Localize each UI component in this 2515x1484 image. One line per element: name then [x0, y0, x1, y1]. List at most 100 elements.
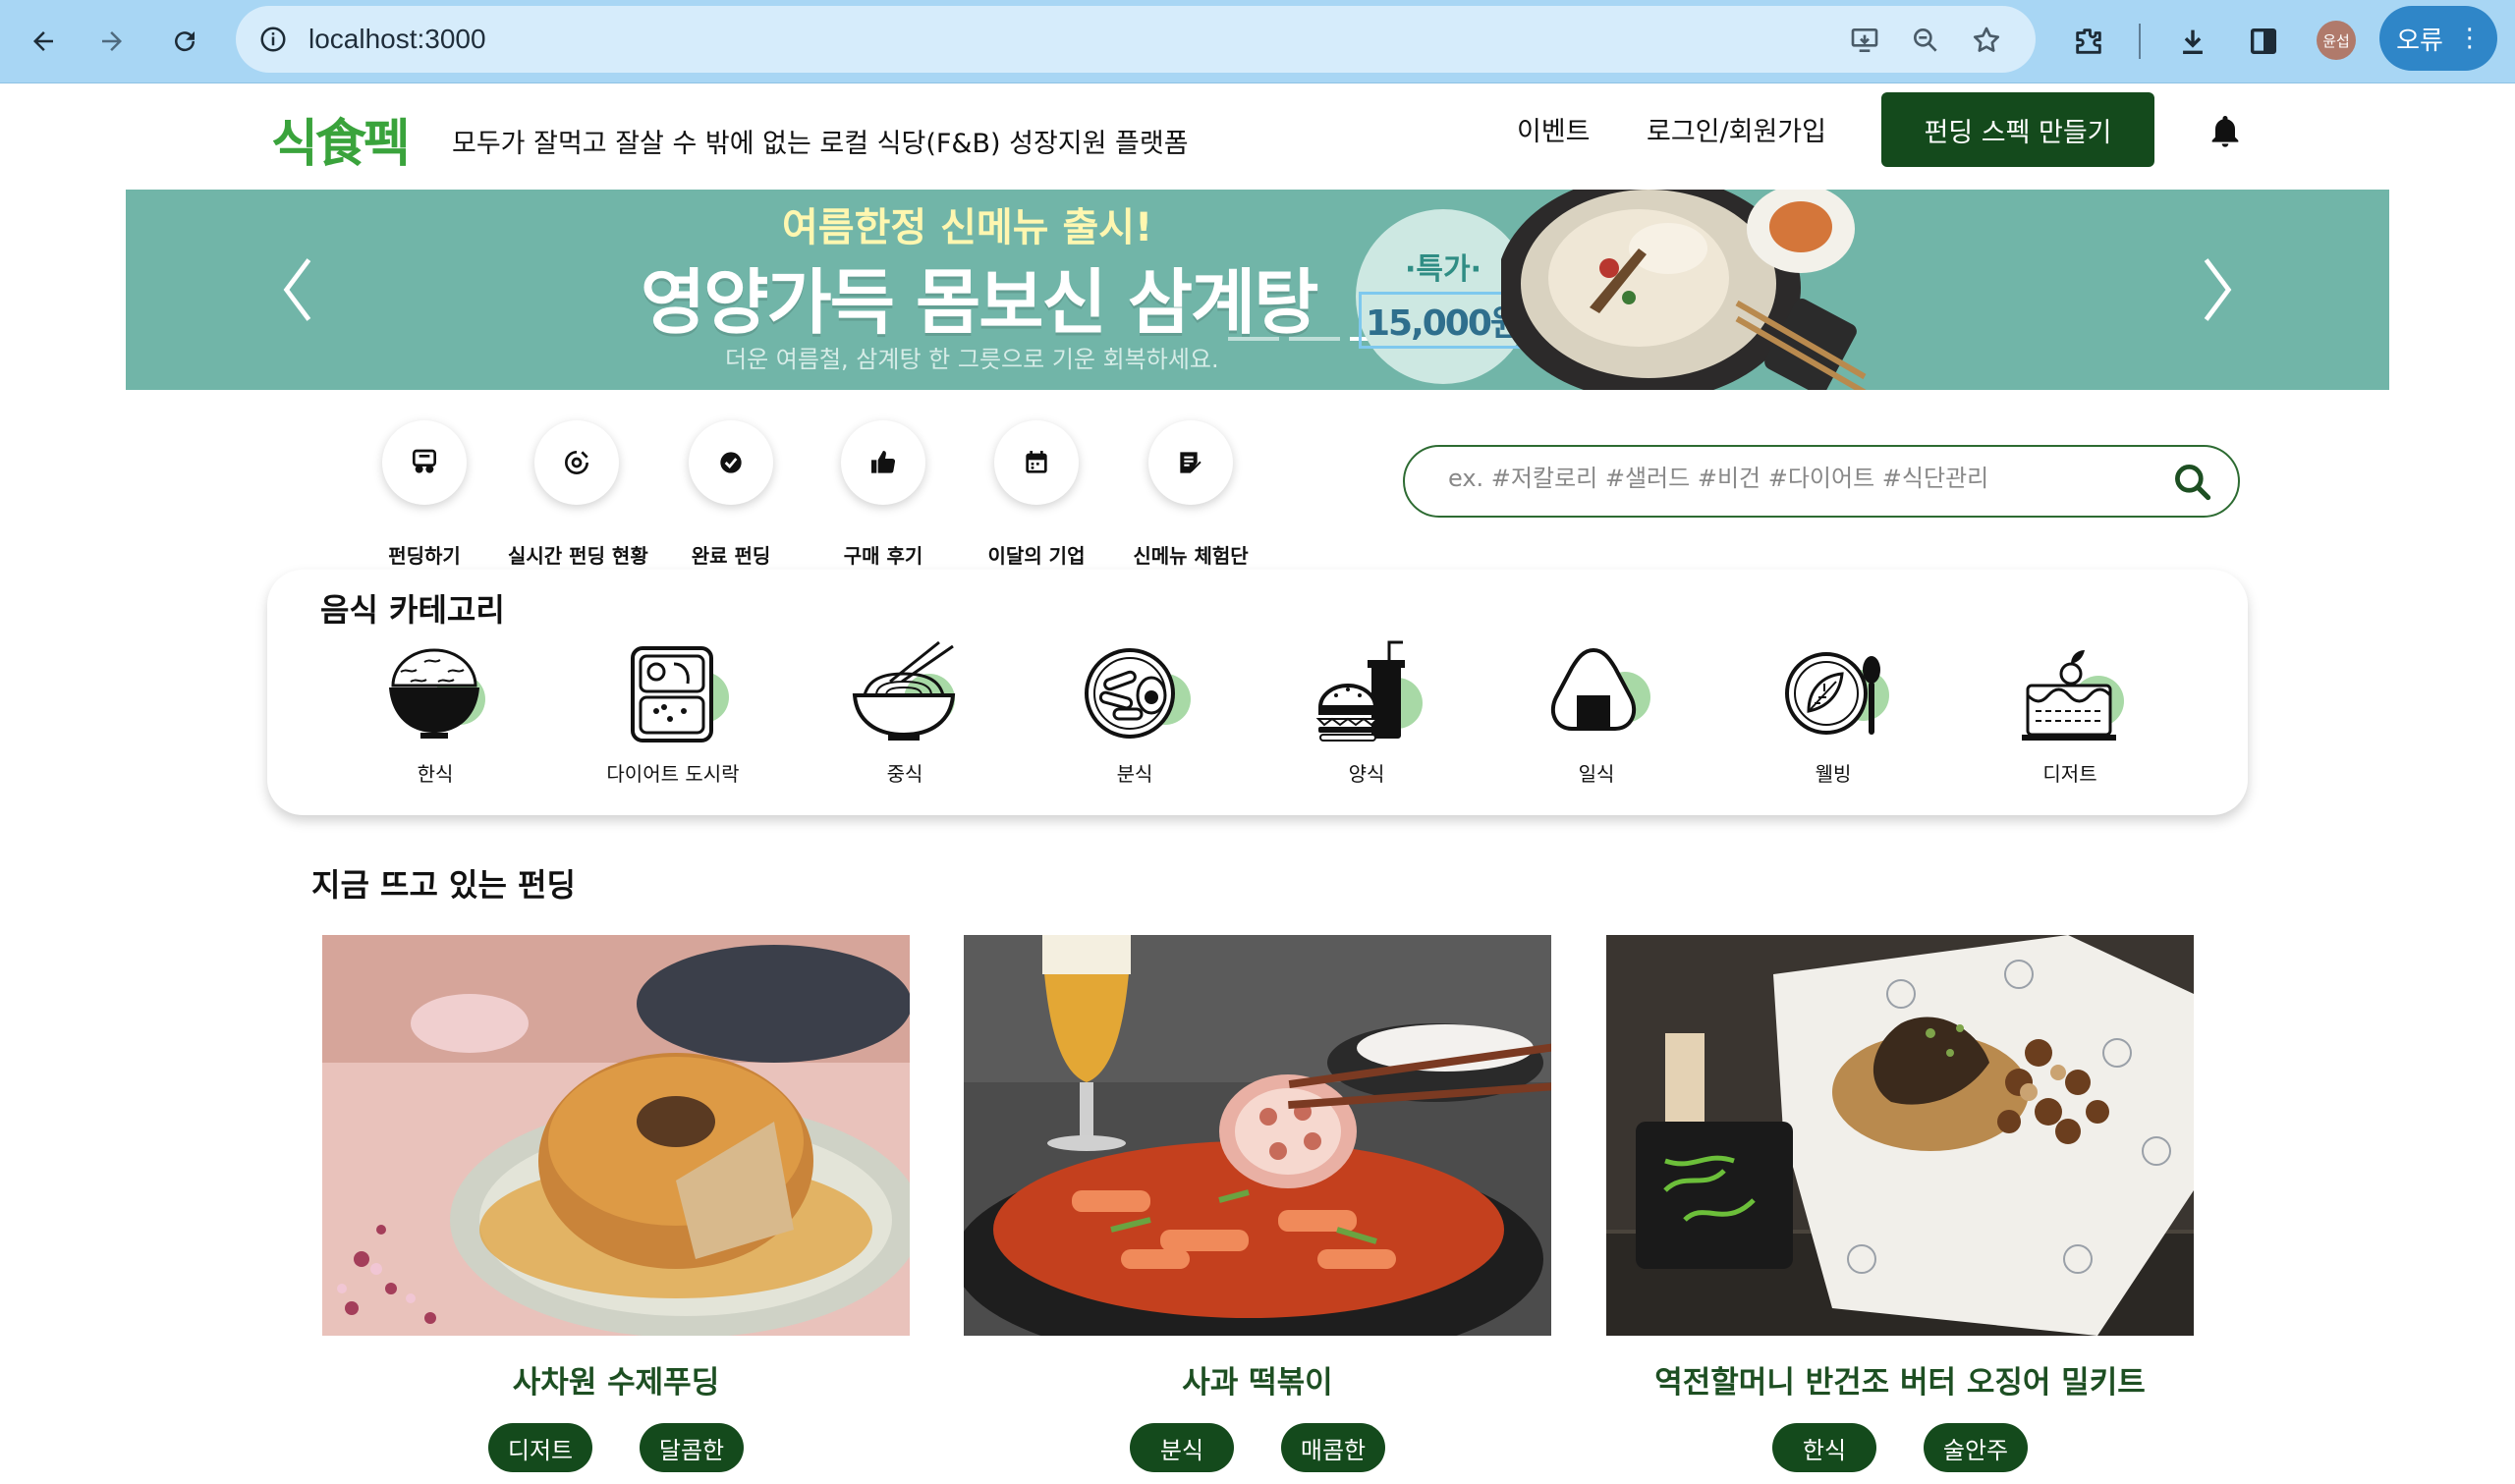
- product-card-tteokbokki[interactable]: 사과 떡볶이 분식 매콤한: [964, 935, 1551, 1472]
- zoom-icon[interactable]: [1908, 23, 1943, 58]
- reload-button[interactable]: [161, 18, 208, 65]
- nav-login-link[interactable]: 로그인/회원가입: [1647, 110, 1826, 148]
- category-korean[interactable]: 한식: [327, 638, 543, 787]
- quick-menu-tester[interactable]: 신메뉴 체험단: [1122, 420, 1259, 569]
- cake-icon: [2006, 638, 2134, 746]
- error-label: 오류: [2396, 26, 2443, 56]
- bell-icon[interactable]: [2206, 110, 2245, 151]
- back-button[interactable]: [20, 18, 67, 65]
- quick-menu-reviews[interactable]: 구매 후기: [814, 420, 952, 569]
- toolbar-divider: [2139, 24, 2141, 59]
- quick-menu-label: 펀딩하기: [388, 544, 461, 568]
- category-japanese[interactable]: 일식: [1488, 638, 1705, 787]
- onigiri-icon: [1533, 638, 1660, 746]
- product-tag[interactable]: 분식: [1130, 1423, 1234, 1472]
- product-tag[interactable]: 달콤한: [640, 1423, 744, 1472]
- thumbs-up-icon: [841, 420, 925, 505]
- category-dessert[interactable]: 디저트: [1962, 638, 2178, 787]
- quick-menu-label: 신메뉴 체험단: [1133, 544, 1249, 568]
- nav-event-link[interactable]: 이벤트: [1517, 110, 1591, 148]
- product-tag[interactable]: 술안주: [1924, 1423, 2028, 1472]
- banner-subtitle: 더운 여름철, 삼계탕 한 그릇으로 기운 회복하세요.: [725, 346, 1219, 373]
- quick-menu-company[interactable]: 이달의 기업: [968, 420, 1105, 569]
- category-label: 다이어트 도시락: [606, 762, 740, 786]
- squid-kit-photo[interactable]: [1606, 935, 2194, 1336]
- download-icon[interactable]: [2171, 20, 2214, 63]
- noodle-bowl-icon: [841, 638, 969, 746]
- quick-menu-label: 실시간 펀딩 현황: [508, 544, 648, 568]
- banner-prev-icon[interactable]: [273, 252, 322, 327]
- site-tagline: 모두가 잘먹고 잘살 수 밖에 없는 로컬 식당(F&B) 성장지원 플랫폼: [452, 129, 1189, 159]
- forward-button[interactable]: [88, 18, 136, 65]
- pudding-photo[interactable]: [322, 935, 910, 1336]
- lunchbox-icon: [609, 638, 737, 746]
- samgyetang-photo: [1501, 190, 1867, 390]
- category-label: 중식: [886, 762, 923, 786]
- reload-icon: [175, 31, 196, 52]
- category-label: 한식: [417, 762, 454, 786]
- category-chinese[interactable]: 중식: [797, 638, 1013, 787]
- install-app-icon[interactable]: [1847, 23, 1882, 58]
- quick-menu-label: 구매 후기: [843, 544, 923, 568]
- side-panel-icon[interactable]: [2242, 20, 2285, 63]
- browser-toolbar: localhost:3000 윤섭 오류 ⋮: [0, 0, 2515, 83]
- product-name[interactable]: 사과 떡볶이: [964, 1357, 1551, 1402]
- extensions-icon[interactable]: [2067, 20, 2110, 63]
- price-label: ·특가·: [1405, 252, 1481, 287]
- product-tag[interactable]: 디저트: [488, 1423, 592, 1472]
- search-icon[interactable]: [2171, 461, 2214, 504]
- salad-plate-icon: [1769, 638, 1897, 746]
- arrow-right-icon: [102, 31, 122, 51]
- category-western[interactable]: 양식: [1258, 638, 1475, 787]
- category-wellbeing[interactable]: 웰빙: [1725, 638, 1941, 787]
- more-vert-icon: ⋮: [2456, 24, 2483, 53]
- arrow-left-icon: [33, 31, 53, 51]
- search-box[interactable]: [1403, 445, 2240, 518]
- url-text[interactable]: localhost:3000: [308, 24, 486, 55]
- promo-banner[interactable]: 여름한정 신메뉴 출시! 영양가득 몸보신 삼계탕 더운 여름철, 삼계탕 한 …: [126, 190, 2389, 390]
- product-name[interactable]: 역전할머니 반건조 버터 오징어 밀키트: [1606, 1357, 2194, 1402]
- snack-plate-icon: [1071, 638, 1199, 746]
- product-name[interactable]: 사차원 수제푸딩: [322, 1357, 910, 1402]
- live-status-icon: [534, 420, 619, 505]
- quick-menu-live-status[interactable]: 실시간 펀딩 현황: [508, 420, 648, 569]
- create-funding-button[interactable]: 펀딩 스펙 만들기: [1881, 92, 2154, 167]
- product-tag[interactable]: 매콤한: [1281, 1423, 1385, 1472]
- funding-icon: [382, 420, 467, 505]
- search-input[interactable]: [1448, 465, 2136, 492]
- tteokbokki-photo[interactable]: [964, 935, 1551, 1336]
- quick-menu-label: 이달의 기업: [987, 544, 1086, 568]
- rice-bowl-icon: [371, 638, 499, 746]
- site-logo[interactable]: 식食펙: [271, 102, 411, 176]
- category-snack[interactable]: 분식: [1027, 638, 1243, 787]
- banner-title: 영양가득 몸보신 삼계탕: [641, 261, 1319, 344]
- product-tag[interactable]: 한식: [1772, 1423, 1876, 1472]
- bookmark-star-icon[interactable]: [1969, 23, 2004, 58]
- product-card-pudding[interactable]: 사차원 수제푸딩 디저트 달콤한: [322, 935, 910, 1472]
- check-circle-icon: [689, 420, 773, 505]
- trending-section-title: 지금 뜨고 있는 펀딩: [311, 866, 576, 904]
- category-label: 디저트: [2042, 762, 2097, 786]
- banner-next-icon[interactable]: [2193, 252, 2242, 327]
- product-tags: 디저트 달콤한: [322, 1423, 910, 1472]
- category-label: 분식: [1116, 762, 1153, 786]
- product-card-squid-kit[interactable]: 역전할머니 반건조 버터 오징어 밀키트 한식 술안주: [1606, 935, 2194, 1472]
- quick-menu-funding[interactable]: 펀딩하기: [356, 420, 493, 569]
- edit-note-icon: [1148, 420, 1233, 505]
- category-diet-lunchbox[interactable]: 다이어트 도시락: [565, 638, 781, 787]
- category-label: 양식: [1348, 762, 1385, 786]
- banner-dot[interactable]: [1289, 337, 1340, 341]
- quick-menu-completed[interactable]: 완료 펀딩: [662, 420, 800, 569]
- category-label: 웰빙: [1815, 762, 1852, 786]
- food-category-title: 음식 카테고리: [320, 591, 505, 629]
- product-tags: 분식 매콤한: [964, 1423, 1551, 1472]
- address-bar[interactable]: localhost:3000: [236, 6, 2036, 73]
- quick-menu-label: 완료 펀딩: [691, 544, 771, 568]
- calendar-icon: [994, 420, 1079, 505]
- product-tags: 한식 술안주: [1606, 1423, 2194, 1472]
- site-info-icon[interactable]: [253, 20, 293, 59]
- burger-drink-icon: [1303, 638, 1430, 746]
- banner-dot[interactable]: [1228, 337, 1279, 341]
- error-button[interactable]: 오류 ⋮: [2379, 6, 2497, 71]
- profile-avatar[interactable]: 윤섭: [2317, 21, 2356, 60]
